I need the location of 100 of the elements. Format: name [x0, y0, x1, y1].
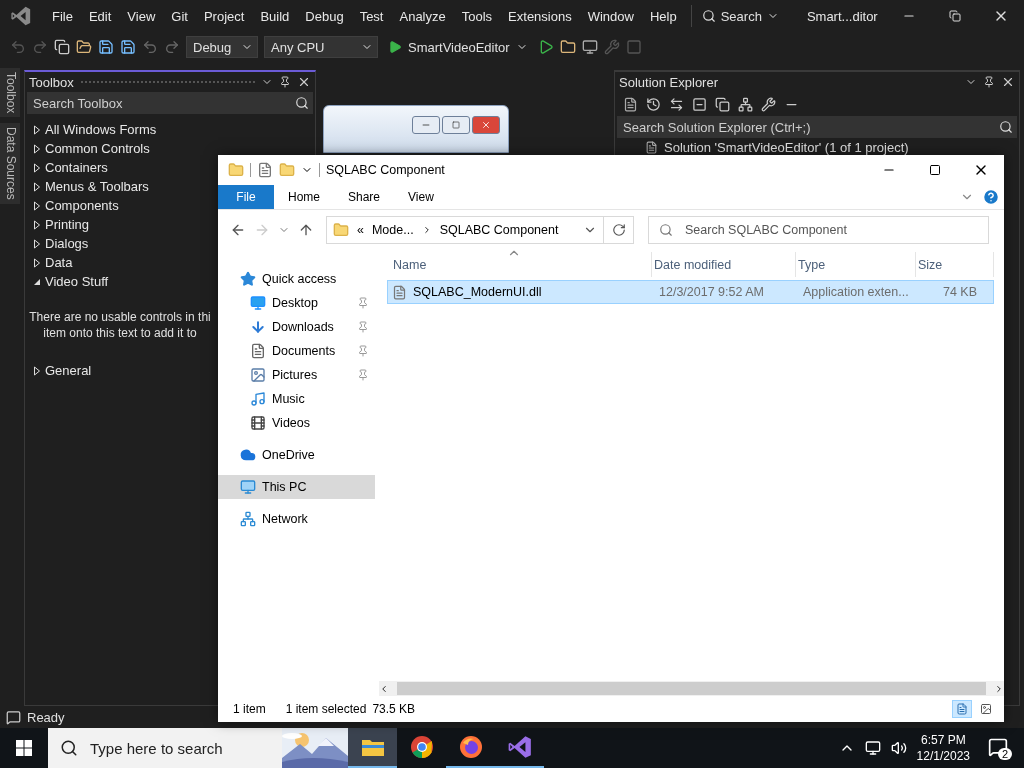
- tree-item[interactable]: All Windows Forms: [45, 122, 157, 137]
- scroll-left-icon[interactable]: [379, 683, 389, 694]
- platform-dropdown[interactable]: Any CPU: [264, 36, 378, 58]
- expand-triangle-icon[interactable]: [33, 124, 41, 135]
- nav-item[interactable]: Downloads: [218, 315, 375, 339]
- visual-studio-icon[interactable]: [506, 734, 533, 760]
- nav-item[interactable]: Pictures: [218, 363, 375, 387]
- address-bar[interactable]: « Mode... SQLABC Component: [326, 216, 634, 244]
- help-icon[interactable]: [982, 188, 1000, 206]
- save-icon[interactable]: [98, 39, 114, 55]
- menu-item[interactable]: Extensions: [500, 8, 580, 24]
- column-header[interactable]: Name: [391, 252, 652, 277]
- document-icon[interactable]: [623, 96, 638, 112]
- expand-triangle-icon[interactable]: [33, 219, 41, 230]
- menu-item[interactable]: Git: [163, 8, 196, 24]
- breadcrumb[interactable]: SQLABC Component: [439, 223, 559, 237]
- search-button[interactable]: Search: [690, 5, 789, 27]
- expand-triangle-icon[interactable]: [33, 200, 41, 211]
- menu-item[interactable]: Project: [195, 8, 253, 24]
- expand-triangle-icon[interactable]: [33, 181, 41, 192]
- new-item-icon[interactable]: [54, 39, 70, 55]
- expand-triangle-icon[interactable]: [33, 162, 41, 173]
- window-icon[interactable]: [581, 39, 598, 55]
- column-header[interactable]: Date modified: [652, 252, 796, 277]
- clock[interactable]: 6:57 PM 12/1/2023: [916, 732, 970, 764]
- menu-item[interactable]: Debug: [297, 8, 352, 24]
- nav-item[interactable]: Network: [218, 507, 375, 531]
- folder-icon[interactable]: [559, 39, 576, 55]
- menu-item[interactable]: View: [119, 8, 164, 24]
- expand-triangle-icon[interactable]: [33, 365, 41, 376]
- tree-item[interactable]: Common Controls: [45, 141, 150, 156]
- undo-icon[interactable]: [142, 39, 158, 55]
- search-input[interactable]: Search Toolbox: [31, 94, 295, 112]
- tree-item[interactable]: Printing: [45, 217, 90, 232]
- nav-item[interactable]: Documents: [218, 339, 375, 363]
- search-input[interactable]: Search Solution Explorer (Ctrl+;): [621, 118, 999, 136]
- close-icon[interactable]: [297, 75, 311, 89]
- menu-item[interactable]: File: [44, 8, 81, 24]
- tree-view-icon[interactable]: [738, 96, 753, 112]
- side-tab[interactable]: Toolbox: [0, 68, 20, 118]
- nav-item[interactable]: OneDrive: [218, 443, 375, 467]
- ribbon-tab[interactable]: Share: [334, 185, 395, 209]
- search-field[interactable]: Type here to search: [48, 728, 348, 768]
- tree-item[interactable]: Video Stuff: [45, 274, 109, 289]
- menu-item[interactable]: Test: [351, 8, 392, 24]
- breadcrumb[interactable]: Mode...: [371, 223, 414, 237]
- tree-item[interactable]: Containers: [45, 160, 108, 175]
- up-icon[interactable]: [298, 222, 314, 238]
- clock-icon[interactable]: [646, 96, 661, 112]
- search-field[interactable]: Search Solution Explorer (Ctrl+;): [617, 116, 1017, 138]
- nav-item[interactable]: Music: [218, 387, 375, 411]
- search-field[interactable]: Search SQLABC Component: [648, 216, 989, 244]
- start-button[interactable]: SmartVideoEditor: [384, 39, 532, 55]
- breadcrumb-overflow[interactable]: «: [357, 223, 364, 237]
- side-tab[interactable]: Data Sources: [0, 123, 20, 205]
- column-header[interactable]: Type: [796, 252, 916, 277]
- collapse-all-icon[interactable]: [692, 96, 707, 112]
- expand-triangle-icon[interactable]: [33, 257, 41, 268]
- configuration-dropdown[interactable]: Debug: [186, 36, 258, 58]
- expand-triangle-icon[interactable]: [33, 143, 41, 154]
- menu-item[interactable]: Window: [579, 8, 642, 24]
- back-icon[interactable]: [230, 222, 246, 238]
- tree-item[interactable]: Data: [45, 255, 73, 270]
- expand-triangle-icon[interactable]: [33, 238, 41, 249]
- tree-item[interactable]: General: [45, 363, 92, 378]
- column-header[interactable]: Size: [916, 252, 994, 277]
- search-input[interactable]: Type here to search: [88, 738, 272, 758]
- scroll-right-icon[interactable]: [994, 683, 1004, 694]
- nav-item[interactable]: Desktop: [218, 291, 375, 315]
- ribbon-tab[interactable]: Home: [274, 185, 334, 209]
- nav-item[interactable]: This PC: [218, 475, 375, 499]
- open-folder-icon[interactable]: [76, 39, 92, 55]
- menu-item[interactable]: Tools: [453, 8, 501, 24]
- ribbon-tab[interactable]: View: [394, 185, 448, 209]
- details-view-button[interactable]: [952, 700, 972, 718]
- menu-item[interactable]: Edit: [80, 8, 120, 24]
- pin-icon[interactable]: [279, 76, 291, 88]
- save-all-icon[interactable]: [120, 39, 136, 55]
- menu-item[interactable]: Help: [641, 8, 685, 24]
- volume-icon[interactable]: [890, 740, 907, 756]
- menu-item[interactable]: Build: [252, 8, 298, 24]
- network-icon[interactable]: [864, 740, 881, 756]
- close-icon[interactable]: [1001, 75, 1015, 89]
- pin-icon[interactable]: [983, 76, 995, 88]
- nav-item[interactable]: Videos: [218, 411, 375, 435]
- file-row[interactable]: SQLABC_ModernUI.dll 12/3/2017 9:52 AM Application exten... 74 KB: [387, 280, 994, 304]
- taskbar-app[interactable]: [348, 728, 397, 768]
- nav-item[interactable]: Quick access: [218, 267, 375, 291]
- notification-button[interactable]: 2: [980, 733, 1016, 763]
- tree-item[interactable]: Components: [45, 198, 119, 213]
- search-field[interactable]: Search Toolbox: [27, 92, 313, 114]
- redo-icon[interactable]: [164, 39, 180, 55]
- tree-item[interactable]: Solution 'SmartVideoEditor' (1 of 1 project): [664, 140, 909, 155]
- tree-item[interactable]: Menus & Toolbars: [45, 179, 149, 194]
- horizontal-scrollbar[interactable]: [379, 681, 1004, 696]
- ribbon-tab[interactable]: File: [218, 185, 274, 209]
- properties-icon[interactable]: [257, 162, 273, 178]
- tree-item[interactable]: Dialogs: [45, 236, 89, 251]
- sync-arrows-icon[interactable]: [669, 96, 684, 112]
- copy-icon[interactable]: [715, 96, 730, 112]
